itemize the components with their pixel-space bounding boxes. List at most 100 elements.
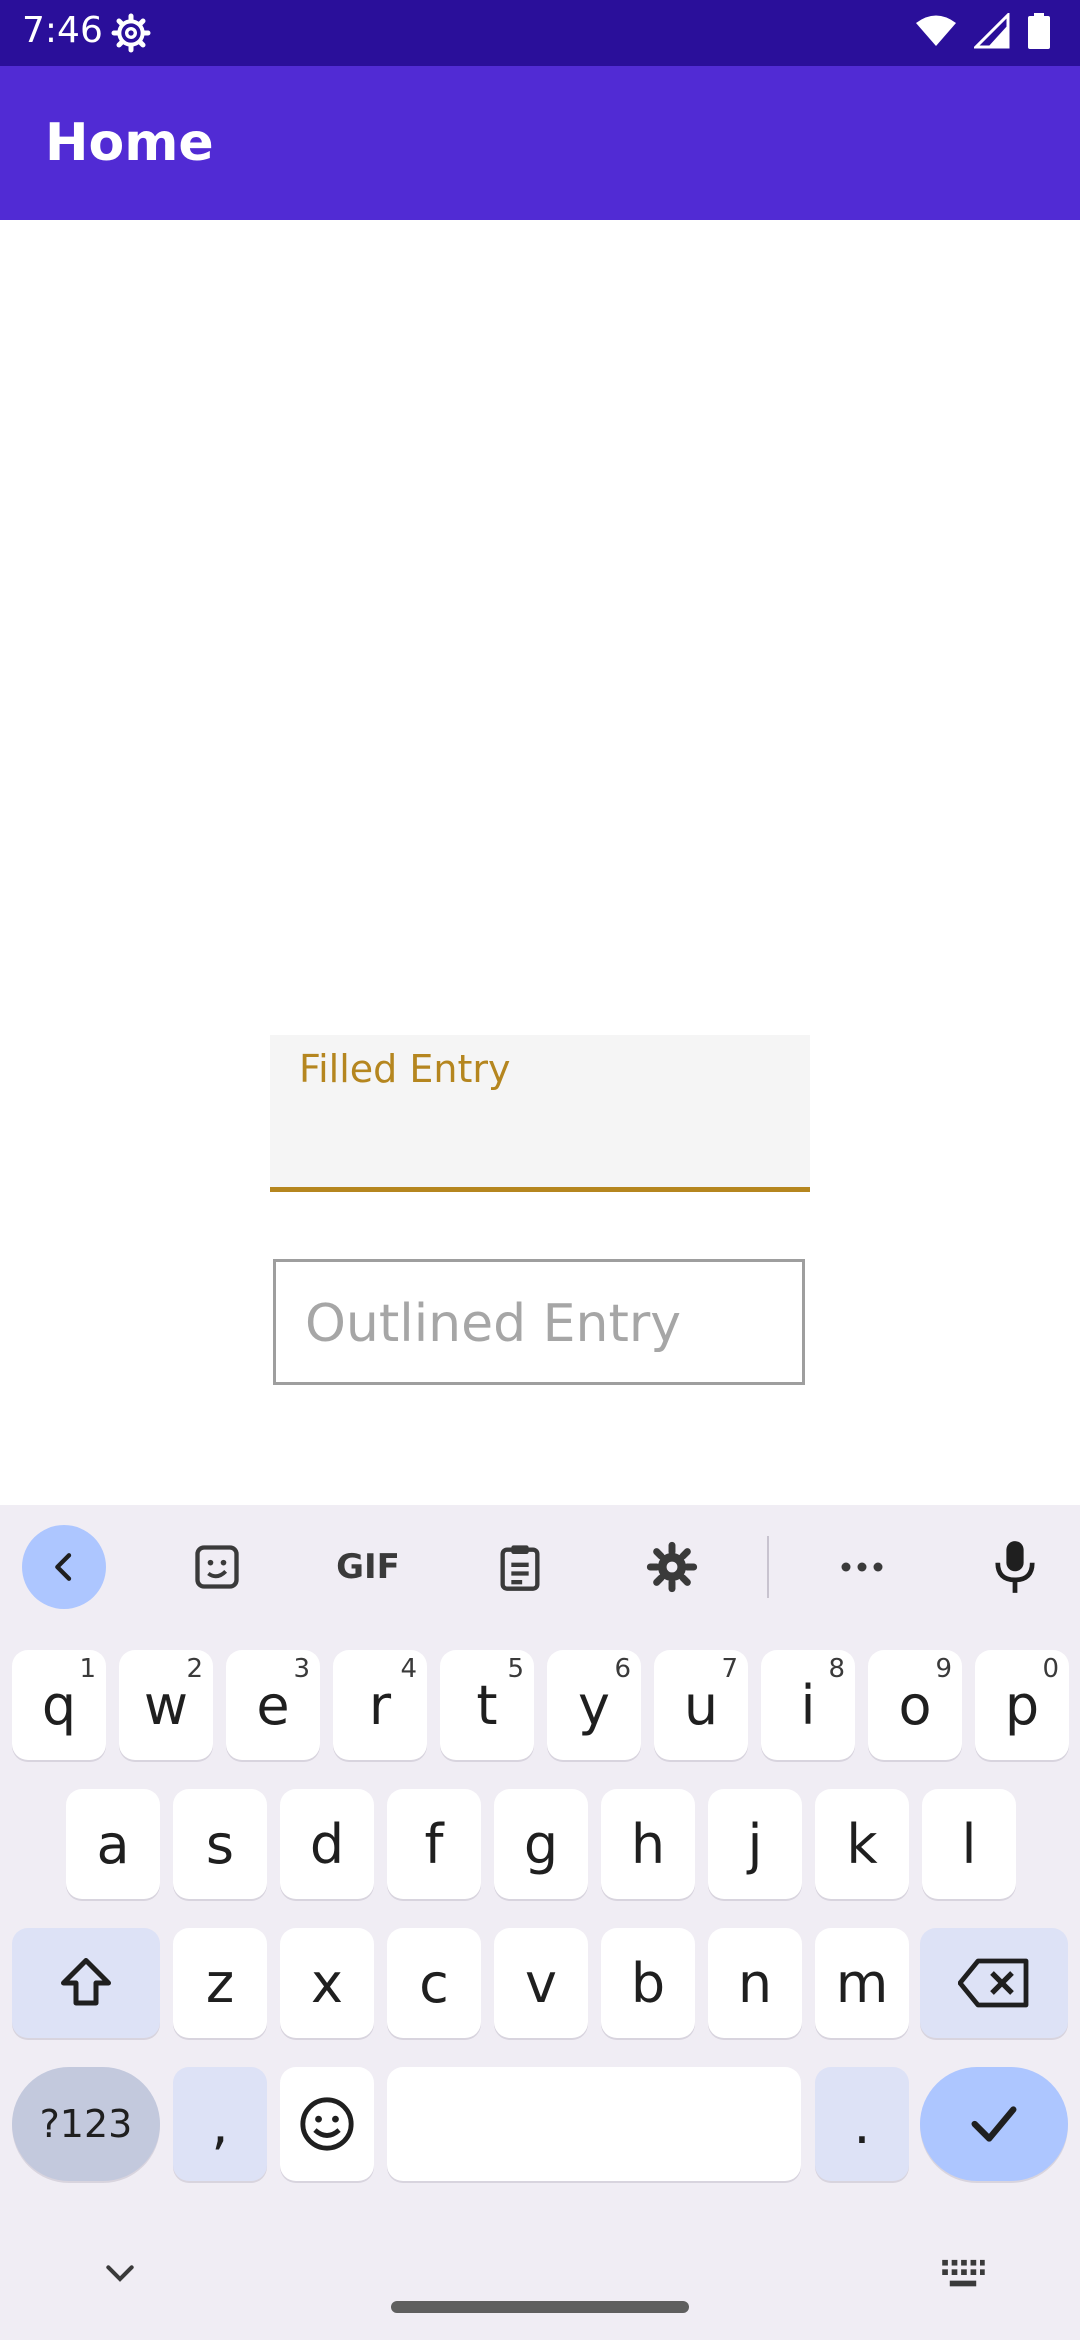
backspace-icon — [958, 1958, 1029, 2008]
key-hint: 2 — [186, 1654, 203, 1684]
key-label: s — [205, 1812, 235, 1876]
shift-icon — [61, 1958, 111, 2006]
key-n[interactable]: n — [708, 1928, 802, 2038]
comma-label: , — [211, 2092, 229, 2156]
status-bar: 7:46 — [0, 0, 1080, 66]
key-r[interactable]: r4 — [333, 1650, 427, 1760]
key-m[interactable]: m — [815, 1928, 909, 2038]
key-hint: 4 — [400, 1654, 417, 1684]
key-h[interactable]: h — [601, 1789, 695, 1899]
backspace-key[interactable] — [920, 1928, 1068, 2038]
key-hint: 3 — [293, 1654, 310, 1684]
symbols-key[interactable]: ?123 — [12, 2067, 160, 2181]
key-hint: 1 — [79, 1654, 96, 1684]
filled-entry-label: Filled Entry — [299, 1047, 511, 1091]
key-label: h — [630, 1812, 666, 1876]
key-v[interactable]: v — [494, 1928, 588, 2038]
key-label: w — [143, 1673, 189, 1737]
key-label: u — [683, 1673, 719, 1737]
key-hint: 9 — [935, 1654, 952, 1684]
key-k[interactable]: k — [815, 1789, 909, 1899]
key-u[interactable]: u7 — [654, 1650, 748, 1760]
gesture-handle[interactable] — [391, 2301, 689, 2313]
key-label: x — [311, 1951, 343, 2015]
key-label: g — [523, 1812, 559, 1876]
settings-gear-icon — [111, 13, 151, 53]
key-label: a — [96, 1812, 130, 1876]
key-c[interactable]: c — [387, 1928, 481, 2038]
key-label: c — [419, 1951, 449, 2015]
space-key[interactable] — [387, 2067, 801, 2181]
key-z[interactable]: z — [173, 1928, 267, 2038]
key-x[interactable]: x — [280, 1928, 374, 2038]
sticker-icon[interactable] — [175, 1525, 259, 1609]
key-l[interactable]: l — [922, 1789, 1016, 1899]
clipboard-icon[interactable] — [478, 1525, 562, 1609]
key-label: v — [525, 1951, 557, 2015]
status-time: 7:46 — [22, 10, 103, 51]
key-label: n — [737, 1951, 773, 2015]
keyboard-switch-icon[interactable] — [940, 2258, 986, 2292]
key-label: t — [476, 1673, 498, 1737]
key-s[interactable]: s — [173, 1789, 267, 1899]
key-label: y — [578, 1673, 610, 1737]
key-o[interactable]: o9 — [868, 1650, 962, 1760]
key-hint: 8 — [828, 1654, 845, 1684]
filled-entry-field[interactable]: Filled Entry — [270, 1035, 810, 1192]
period-key[interactable]: . — [815, 2067, 909, 2181]
key-label: m — [835, 1951, 889, 2015]
key-q[interactable]: q1 — [12, 1650, 106, 1760]
checkmark-icon — [971, 2106, 1017, 2142]
outlined-entry-placeholder: Outlined Entry — [305, 1294, 682, 1354]
battery-icon — [1028, 13, 1050, 49]
more-icon[interactable] — [820, 1525, 904, 1609]
comma-key[interactable]: , — [173, 2067, 267, 2181]
microphone-icon[interactable] — [973, 1525, 1057, 1609]
app-bar: Home — [0, 66, 1080, 220]
key-hint: 7 — [721, 1654, 738, 1684]
back-icon[interactable] — [22, 1525, 106, 1609]
key-label: e — [256, 1673, 290, 1737]
shift-key[interactable] — [12, 1928, 160, 2038]
soft-keyboard — [0, 1505, 1080, 2340]
signal-icon — [974, 13, 1010, 49]
key-a[interactable]: a — [66, 1789, 160, 1899]
key-label: d — [309, 1812, 345, 1876]
key-label: k — [846, 1812, 878, 1876]
key-e[interactable]: e3 — [226, 1650, 320, 1760]
wifi-icon — [916, 15, 956, 46]
key-label: j — [747, 1812, 763, 1876]
key-f[interactable]: f — [387, 1789, 481, 1899]
key-hint: 6 — [614, 1654, 631, 1684]
key-label: b — [630, 1951, 666, 2015]
key-label: l — [961, 1812, 977, 1876]
key-label: z — [205, 1951, 235, 2015]
key-j[interactable]: j — [708, 1789, 802, 1899]
page-title: Home — [45, 113, 214, 173]
key-d[interactable]: d — [280, 1789, 374, 1899]
hide-keyboard-icon[interactable] — [100, 2260, 140, 2288]
settings-icon[interactable] — [630, 1525, 714, 1609]
key-label: p — [1004, 1673, 1040, 1737]
key-g[interactable]: g — [494, 1789, 588, 1899]
key-w[interactable]: w2 — [119, 1650, 213, 1760]
key-label: r — [368, 1673, 392, 1737]
key-hint: 5 — [507, 1654, 524, 1684]
gif-icon[interactable]: GIF — [326, 1525, 410, 1609]
enter-key[interactable] — [920, 2067, 1068, 2181]
key-p[interactable]: p0 — [975, 1650, 1069, 1760]
gif-label: GIF — [336, 1547, 400, 1587]
outlined-entry-field[interactable]: Outlined Entry — [273, 1259, 805, 1385]
emoji-key[interactable] — [280, 2067, 374, 2181]
emoji-icon — [300, 2097, 354, 2151]
key-i[interactable]: i8 — [761, 1650, 855, 1760]
key-label: i — [800, 1673, 816, 1737]
symbols-label: ?123 — [39, 2102, 133, 2146]
key-label: f — [424, 1812, 444, 1876]
toolbar-divider — [767, 1536, 769, 1598]
key-label: o — [898, 1673, 932, 1737]
key-t[interactable]: t5 — [440, 1650, 534, 1760]
key-label: q — [41, 1673, 77, 1737]
key-b[interactable]: b — [601, 1928, 695, 2038]
key-y[interactable]: y6 — [547, 1650, 641, 1760]
